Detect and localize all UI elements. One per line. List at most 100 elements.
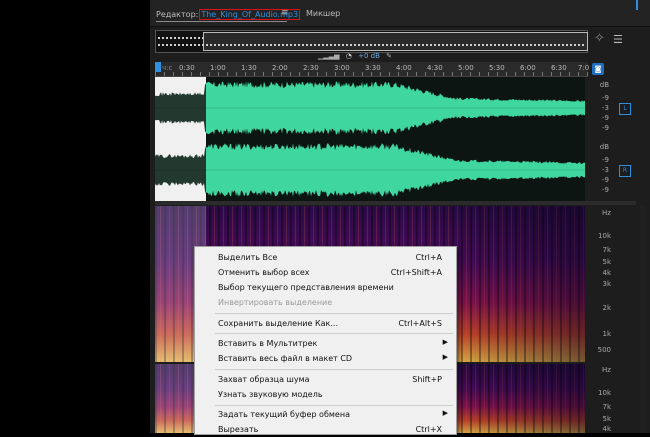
submenu-arrow-icon: ▶: [442, 338, 448, 346]
tab-menu-icon[interactable]: ≡: [281, 8, 289, 18]
menu-item-shortcut: Shift+P: [412, 375, 442, 384]
panel-divider[interactable]: [155, 201, 636, 205]
menu-item-cut[interactable]: Вырезать Ctrl+X: [195, 422, 456, 437]
hz-scale-bottom: Hz 10k 7k 5k 4k: [587, 364, 611, 433]
menu-item-select-current-view[interactable]: Выбор текущего представления времени: [195, 280, 456, 295]
overview-visible-range[interactable]: [203, 32, 588, 51]
channel-right-toggle[interactable]: R: [619, 165, 631, 177]
selection-region-left[interactable]: [155, 77, 206, 139]
selection-region-right[interactable]: [155, 139, 206, 201]
hz-tick: 5k: [602, 258, 611, 266]
menu-item-deselect-all[interactable]: Отменить выбор всех Ctrl+Shift+A: [195, 265, 456, 280]
db-tick: -9: [602, 186, 609, 194]
waveform-channel-left[interactable]: [155, 77, 585, 139]
db-tick: -3: [602, 104, 609, 112]
menu-item-save-selection-as[interactable]: Сохранить выделение Как... Ctrl+Alt+S: [195, 316, 456, 331]
menu-item-label: Захват образца шума: [218, 375, 310, 384]
menu-item-insert-into-cd-layout[interactable]: Вставить весь файл в макет CD ▶: [195, 351, 456, 366]
menu-item-shortcut: Ctrl+Shift+A: [390, 268, 442, 277]
db-unit-label: dB: [599, 143, 609, 151]
hz-tick: Hz: [602, 366, 611, 374]
waveform-channel-right[interactable]: [155, 139, 585, 201]
overview-wave-bottom: [158, 44, 585, 46]
ruler-tick: 5:00: [458, 64, 474, 72]
db-tick: -9: [602, 176, 609, 184]
menu-item-invert-selection: Инвертировать выделение: [195, 295, 456, 310]
hz-tick: 500: [597, 346, 611, 354]
menu-item-label: Инвертировать выделение: [218, 298, 333, 307]
panel-marker: [636, 0, 638, 10]
overview-navigator[interactable]: [155, 30, 588, 53]
channel-left-toggle[interactable]: L: [619, 103, 631, 115]
menu-separator: [215, 369, 453, 370]
ruler-tick: 7:0: [578, 64, 590, 72]
menu-item-insert-into-multitrack[interactable]: Вставить в Мультитрек ▶: [195, 336, 456, 351]
ruler-tick: 1:00: [210, 64, 226, 72]
volume-value[interactable]: +0 dB: [358, 52, 380, 60]
menu-item-learn-sound-model[interactable]: Узнать звуковую модель: [195, 387, 456, 402]
ruler-tick: 0:30: [179, 64, 195, 72]
db-tick: -9: [602, 94, 609, 102]
menu-item-label: Узнать звуковую модель: [218, 390, 323, 399]
db-scale-left: dB -9 -3 -9 -9: [587, 77, 609, 139]
knob-icon[interactable]: ◔: [346, 52, 352, 60]
ruler-tick-marks: [155, 72, 588, 76]
hz-tick: 2k: [602, 304, 611, 312]
hz-tick: 4k: [602, 269, 611, 277]
ruler-tick: 2:00: [272, 64, 288, 72]
ruler-tick: 3:00: [334, 64, 350, 72]
hz-tick: 10k: [598, 232, 611, 240]
menu-item-label: Выбор текущего представления времени: [218, 283, 394, 292]
pin-icon[interactable]: ✎: [386, 52, 392, 60]
menu-item-shortcut: Ctrl+A: [415, 253, 442, 262]
ruler-tick: 2:30: [303, 64, 319, 72]
menu-item-label: Выделить Все: [218, 253, 278, 262]
waveform-left-svg: [155, 81, 585, 135]
ruler-tick: 3:30: [365, 64, 381, 72]
waveform-right-svg: [155, 143, 585, 197]
ruler-tick: 6:30: [551, 64, 567, 72]
hz-scale-top: Hz 10k 7k 5k 4k 3k 2k 1k 500: [587, 206, 611, 362]
waveform-left-selected-svg: [155, 83, 206, 133]
db-tick: -3: [602, 166, 609, 174]
db-tick: -9: [602, 114, 609, 122]
menu-item-shortcut: Ctrl+Alt+S: [398, 319, 442, 328]
meter-icon: ▁▂▃▅: [318, 52, 340, 60]
ruler-tick: ч:с: [162, 64, 173, 72]
submenu-arrow-icon: ▶: [442, 409, 448, 417]
hz-tick: 7k: [602, 403, 611, 411]
tab-editor[interactable]: Редактор: The_King_Of_Audio.mp3: [156, 9, 301, 20]
tab-bar: Редактор: The_King_Of_Audio.mp3 ≡ Микшер: [150, 0, 650, 27]
ruler-tick: 4:00: [396, 64, 412, 72]
snap-icon[interactable]: ◙: [592, 63, 604, 75]
hz-tick: 7k: [602, 246, 611, 254]
ruler-tick: 6:00: [520, 64, 536, 72]
menu-item-select-all[interactable]: Выделить Все Ctrl+A: [195, 250, 456, 265]
context-menu: Выделить Все Ctrl+A Отменить выбор всех …: [194, 246, 457, 435]
ruler-tick: 5:30: [489, 64, 505, 72]
ruler-tick: 1:30: [241, 64, 257, 72]
time-ruler[interactable]: ч:с 0:30 1:00 1:30 2:00 2:30 3:00 3:30 4…: [155, 62, 590, 77]
menu-item-label: Сохранить выделение Как...: [218, 319, 338, 328]
db-tick: -9: [602, 124, 609, 132]
zoom-navigator-icon[interactable]: ✧: [594, 31, 605, 46]
vertical-scrollbar[interactable]: [640, 206, 646, 433]
active-tab-underline: [156, 21, 287, 22]
db-scale-right: dB -9 -3 -9 -9: [587, 139, 609, 201]
menu-separator: [215, 333, 453, 334]
db-unit-label: dB: [599, 81, 609, 89]
list-icon[interactable]: ☰: [613, 33, 623, 46]
menu-separator: [215, 313, 453, 314]
menu-item-capture-noise-print[interactable]: Захват образца шума Shift+P: [195, 372, 456, 387]
ruler-tick: 4:30: [427, 64, 443, 72]
tab-mixer[interactable]: Микшер: [306, 9, 340, 18]
db-tick: -9: [602, 156, 609, 164]
hz-tick: Hz: [602, 209, 611, 217]
submenu-arrow-icon: ▶: [442, 353, 448, 361]
hz-tick: 10k: [598, 389, 611, 397]
menu-item-set-clipboard[interactable]: Задать текущий буфер обмена ▶: [195, 407, 456, 422]
playhead-marker[interactable]: [155, 62, 161, 72]
hz-tick: 5k: [602, 415, 611, 423]
hz-tick: 4k: [602, 425, 611, 433]
menu-item-label: Отменить выбор всех: [218, 268, 310, 277]
